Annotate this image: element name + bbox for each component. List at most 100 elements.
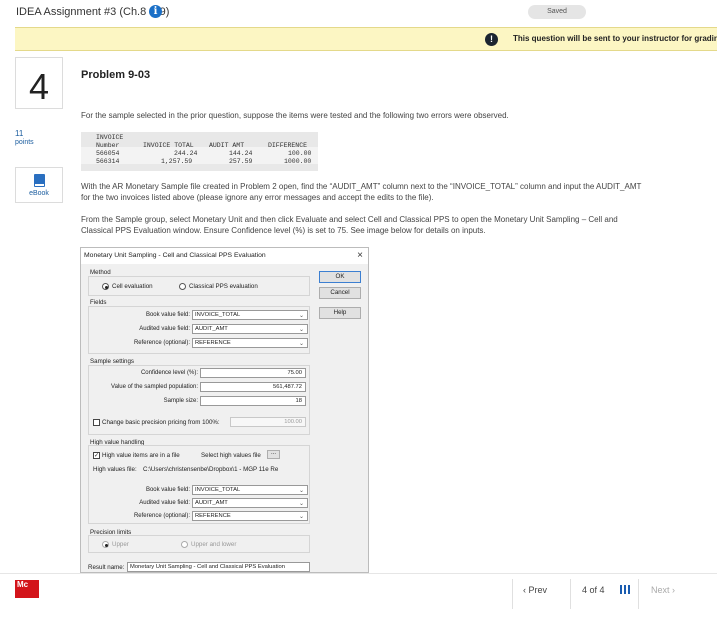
confidence-label: Confidence level (%): bbox=[140, 370, 198, 376]
question-number-box: 4 bbox=[15, 57, 63, 109]
sample-settings-group: Confidence level (%): 75.00 Value of the… bbox=[88, 365, 310, 435]
help-button[interactable]: Help bbox=[319, 307, 361, 319]
nav-divider bbox=[512, 579, 513, 609]
saved-status-badge: Saved bbox=[528, 5, 586, 19]
row-audit: 144.24 bbox=[229, 150, 253, 157]
header-invoice-total: INVOICE TOTAL bbox=[143, 142, 194, 149]
row-number: 566314 bbox=[96, 158, 120, 165]
ok-button[interactable]: OK bbox=[319, 271, 361, 283]
result-name-label: Result name: bbox=[88, 564, 125, 571]
method-label: Method bbox=[90, 269, 111, 276]
sample-size-label: Sample size: bbox=[163, 398, 198, 404]
upper-lower-label: Upper and lower bbox=[191, 541, 237, 548]
points-label: points bbox=[15, 139, 34, 146]
row-total: 244.24 bbox=[174, 150, 198, 157]
method-group: Cell evaluation Classical PPS evaluation bbox=[88, 276, 310, 296]
high-value-file-label: High value items are in a file bbox=[102, 452, 180, 459]
next-button[interactable]: Next › bbox=[651, 585, 675, 595]
chevron-down-icon: ⌄ bbox=[298, 514, 304, 520]
book-icon bbox=[34, 174, 45, 187]
prev-button[interactable]: ‹ Prev bbox=[523, 585, 547, 595]
result-name-input[interactable]: Monetary Unit Sampling - Cell and Classi… bbox=[127, 562, 310, 572]
precision-limits-group: Upper Upper and lower bbox=[88, 535, 310, 553]
row-difference: 100.00 bbox=[288, 150, 312, 157]
change-precision-input[interactable]: 100.00 bbox=[230, 417, 306, 427]
hv-audited-text: AUDIT_AMT bbox=[195, 500, 228, 506]
grid-icon[interactable] bbox=[620, 585, 630, 594]
dialog-titlebar: Monetary Unit Sampling - Cell and Classi… bbox=[81, 248, 368, 264]
browse-button[interactable]: ... bbox=[267, 450, 280, 459]
nav-divider bbox=[570, 579, 571, 609]
ebook-label: eBook bbox=[29, 190, 49, 197]
header-invoice: INVOICE bbox=[96, 134, 124, 141]
chevron-down-icon: ⌄ bbox=[298, 501, 304, 507]
hv-audited-select[interactable]: AUDIT_AMT ⌄ bbox=[192, 498, 308, 508]
info-icon[interactable]: i bbox=[149, 5, 162, 18]
points-value: 11 bbox=[15, 129, 24, 138]
ebook-button[interactable]: eBook bbox=[15, 167, 63, 203]
row-number: 566054 bbox=[96, 150, 120, 157]
population-label: Value of the sampled population: bbox=[111, 384, 198, 390]
select-high-values-label: Select high values file bbox=[201, 452, 261, 459]
header-number: Number bbox=[96, 142, 120, 149]
problem-title: Problem 9-03 bbox=[81, 69, 151, 81]
table-row: 566314 1,257.59 257.59 1000.00 bbox=[81, 158, 318, 166]
classical-pps-label: Classical PPS evaluation bbox=[189, 283, 258, 290]
audited-value-text: AUDIT_AMT bbox=[195, 326, 228, 332]
cell-evaluation-label: Cell evaluation bbox=[112, 283, 153, 290]
hv-book-value-text: INVOICE_TOTAL bbox=[195, 487, 241, 493]
upper-radio[interactable] bbox=[102, 541, 109, 548]
change-precision-checkbox[interactable] bbox=[93, 419, 100, 426]
hv-book-value-select[interactable]: INVOICE_TOTAL ⌄ bbox=[192, 485, 308, 495]
population-input[interactable]: 561,487.72 bbox=[200, 382, 306, 392]
table-header-row-2: Number INVOICE TOTAL AUDIT AMT DIFFERENC… bbox=[81, 142, 318, 150]
top-bar: IDEA Assignment #3 (Ch.8 & 9) i Saved bbox=[0, 0, 717, 26]
chevron-down-icon: ⌄ bbox=[298, 488, 304, 494]
upper-lower-radio[interactable] bbox=[181, 541, 188, 548]
audited-value-label: Audited value field: bbox=[139, 326, 190, 332]
reference-label: Reference (optional): bbox=[133, 340, 190, 346]
fields-group: Book value field: INVOICE_TOTAL ⌄ Audited… bbox=[88, 306, 310, 354]
book-value-label: Book value field: bbox=[145, 312, 190, 318]
reference-select[interactable]: REFERENCE ⌄ bbox=[192, 338, 308, 348]
table-header-row-1: INVOICE bbox=[81, 134, 318, 142]
grading-notice-banner: ! This question will be sent to your ins… bbox=[15, 27, 717, 51]
reference-text: REFERENCE bbox=[195, 340, 231, 346]
fields-label: Fields bbox=[90, 299, 107, 306]
confidence-input[interactable]: 75.00 bbox=[200, 368, 306, 378]
table-row: 566054 244.24 144.24 100.00 bbox=[81, 150, 318, 158]
cell-evaluation-radio[interactable] bbox=[102, 283, 109, 290]
chevron-down-icon: ⌄ bbox=[298, 327, 304, 333]
page-count: 4 of 4 bbox=[582, 585, 605, 595]
chevron-down-icon: ⌄ bbox=[298, 313, 304, 319]
grading-notice-text: This question will be sent to your instr… bbox=[513, 34, 717, 43]
cancel-button[interactable]: Cancel bbox=[319, 287, 361, 299]
hv-reference-select[interactable]: REFERENCE ⌄ bbox=[192, 511, 308, 521]
change-precision-label: Change basic precision pricing from 100%… bbox=[102, 419, 220, 426]
close-icon[interactable]: × bbox=[357, 250, 363, 261]
instructions-paragraph-1: With the AR Monetary Sample file created… bbox=[81, 182, 642, 202]
high-value-group: ✓ High value items are in a file Select … bbox=[88, 445, 310, 524]
high-values-file-path: C:\Users\christensenbe\Dropbox\1 - MGP 1… bbox=[143, 466, 279, 473]
audited-value-select[interactable]: AUDIT_AMT ⌄ bbox=[192, 324, 308, 334]
bottom-navigation: Mc ‹ Prev 4 of 4 Next › bbox=[0, 573, 717, 630]
high-value-file-checkbox[interactable]: ✓ bbox=[93, 452, 100, 459]
header-difference: DIFFERENCE bbox=[268, 142, 308, 149]
hv-book-value-label: Book value field: bbox=[145, 487, 190, 493]
error-table: INVOICE Number INVOICE TOTAL AUDIT AMT D… bbox=[81, 132, 318, 171]
hv-reference-text: REFERENCE bbox=[195, 513, 231, 519]
exclamation-icon: ! bbox=[485, 33, 498, 46]
classical-pps-radio[interactable] bbox=[179, 283, 186, 290]
chevron-down-icon: ⌄ bbox=[298, 341, 304, 347]
nav-divider bbox=[638, 579, 639, 609]
upper-label: Upper bbox=[112, 541, 129, 548]
assignment-title: IDEA Assignment #3 (Ch.8 & 9) bbox=[16, 6, 170, 18]
hv-audited-label: Audited value field: bbox=[139, 500, 190, 506]
sample-settings-label: Sample settings bbox=[90, 358, 135, 365]
sample-size-input[interactable]: 18 bbox=[200, 396, 306, 406]
row-audit: 257.59 bbox=[229, 158, 253, 165]
instructions-paragraph-2: From the Sample group, select Monetary U… bbox=[81, 215, 618, 235]
mcgraw-hill-logo: Mc bbox=[15, 580, 39, 598]
question-intro: For the sample selected in the prior que… bbox=[81, 111, 509, 120]
book-value-select[interactable]: INVOICE_TOTAL ⌄ bbox=[192, 310, 308, 320]
